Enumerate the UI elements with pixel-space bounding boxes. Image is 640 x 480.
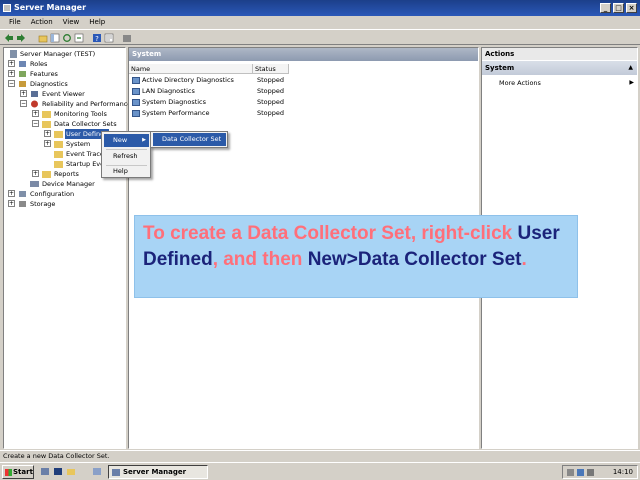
back-icon[interactable] <box>4 33 14 43</box>
close-button[interactable]: × <box>626 3 637 13</box>
expand-icon[interactable]: + <box>44 130 51 137</box>
forward-icon[interactable] <box>16 33 26 43</box>
powershell-icon[interactable] <box>53 467 63 476</box>
menu-action[interactable]: Action <box>26 16 58 28</box>
window-title: Server Manager <box>14 3 87 12</box>
folder-icon <box>42 121 51 128</box>
configuration-icon <box>19 191 26 197</box>
instruction-callout: To create a Data Collector Set, right-cl… <box>134 215 578 298</box>
toolbar: ? <box>0 29 640 45</box>
context-menu-refresh[interactable]: Refresh <box>104 150 149 163</box>
more-actions-item[interactable]: More Actions ▶ <box>499 78 634 88</box>
help-icon[interactable]: ? <box>92 33 102 43</box>
collapse-arrow-icon[interactable]: ▲ <box>628 61 633 75</box>
volume-icon[interactable] <box>587 469 594 476</box>
column-status[interactable]: Status <box>253 64 289 74</box>
submenu-data-collector-set[interactable]: Data Collector Set <box>153 133 226 146</box>
system-tray: 14:10 <box>562 465 638 479</box>
expand-icon[interactable]: + <box>20 90 27 97</box>
taskbar-server-manager[interactable]: Server Manager <box>108 465 208 479</box>
context-menu-help[interactable]: Help <box>104 165 149 178</box>
svg-text:?: ? <box>95 35 99 43</box>
clock[interactable]: 14:10 <box>613 468 633 476</box>
show-desktop-icon[interactable] <box>92 467 102 476</box>
expand-icon[interactable]: + <box>8 70 15 77</box>
reports-icon <box>42 171 51 178</box>
submenu-arrow-icon: ▶ <box>629 79 634 86</box>
taskbar: Start Server Manager 14:10 <box>0 462 640 480</box>
roles-icon <box>19 61 26 67</box>
explorer-icon[interactable] <box>66 467 76 476</box>
collapse-icon[interactable]: − <box>20 100 27 107</box>
expand-icon[interactable]: + <box>32 170 39 177</box>
minimize-button[interactable]: _ <box>600 3 611 13</box>
expand-icon[interactable]: + <box>8 60 15 67</box>
properties-icon[interactable] <box>104 33 114 43</box>
windows-logo-icon <box>5 469 12 476</box>
navigation-tree: Server Manager (TEST) + Roles + Features… <box>3 47 131 449</box>
actions-header: Actions <box>482 48 637 60</box>
folder-icon <box>54 131 63 138</box>
data-collector-icon <box>132 98 140 106</box>
features-icon <box>19 71 26 77</box>
server-manager-icon <box>112 469 120 476</box>
diagnostics-icon <box>19 81 26 87</box>
list-item[interactable]: System Diagnostics Stopped <box>132 97 284 107</box>
storage-icon <box>19 201 26 207</box>
performance-icon <box>31 100 38 108</box>
folder-icon <box>54 151 63 158</box>
context-menu: New ▶ Refresh Help <box>101 131 151 178</box>
collapse-icon[interactable]: − <box>32 120 39 127</box>
expand-icon[interactable]: + <box>8 200 15 207</box>
export-list-icon[interactable] <box>74 33 84 43</box>
column-name[interactable]: Name <box>129 64 253 74</box>
action-pane-icon[interactable] <box>122 33 132 43</box>
expand-icon[interactable]: + <box>32 110 39 117</box>
data-collector-icon <box>132 76 140 84</box>
list-item[interactable]: Active Directory Diagnostics Stopped <box>132 75 284 85</box>
menu-file[interactable]: File <box>4 16 26 28</box>
server-manager-window: Server Manager _ □ × File Action View He… <box>0 0 640 462</box>
submenu-arrow-icon: ▶ <box>142 137 146 143</box>
result-header: System <box>129 48 478 61</box>
server-icon <box>10 50 17 58</box>
collapse-icon[interactable]: − <box>8 80 15 87</box>
folder-icon <box>54 141 63 148</box>
data-collector-icon <box>132 109 140 117</box>
actions-section-system[interactable]: System ▲ <box>482 61 637 75</box>
menu-help[interactable]: Help <box>84 16 110 28</box>
menu-bar: File Action View Help <box>0 16 640 28</box>
title-bar: Server Manager _ □ × <box>0 0 640 16</box>
start-button[interactable]: Start <box>2 465 34 479</box>
refresh-icon[interactable] <box>62 33 72 43</box>
network-icon[interactable] <box>577 469 584 476</box>
context-menu-new[interactable]: New ▶ <box>104 134 149 147</box>
list-item[interactable]: System Performance Stopped <box>132 108 284 118</box>
event-viewer-icon <box>31 91 38 97</box>
folder-icon <box>54 161 63 168</box>
expand-icon[interactable]: + <box>44 140 51 147</box>
show-hide-tree-icon[interactable] <box>50 33 60 43</box>
list-item[interactable]: LAN Diagnostics Stopped <box>132 86 284 96</box>
folder-icon <box>42 111 51 118</box>
server-manager-quicklaunch-icon[interactable] <box>40 467 50 476</box>
app-icon <box>3 4 11 12</box>
data-collector-icon <box>132 87 140 95</box>
maximize-button[interactable]: □ <box>613 3 624 13</box>
menu-view[interactable]: View <box>58 16 85 28</box>
tray-chevron-icon[interactable] <box>567 469 574 476</box>
device-manager-icon <box>30 181 39 187</box>
new-submenu: Data Collector Set <box>150 131 228 148</box>
up-folder-icon[interactable] <box>38 33 48 43</box>
expand-icon[interactable]: + <box>8 190 15 197</box>
status-bar: Create a new Data Collector Set. <box>0 450 640 462</box>
